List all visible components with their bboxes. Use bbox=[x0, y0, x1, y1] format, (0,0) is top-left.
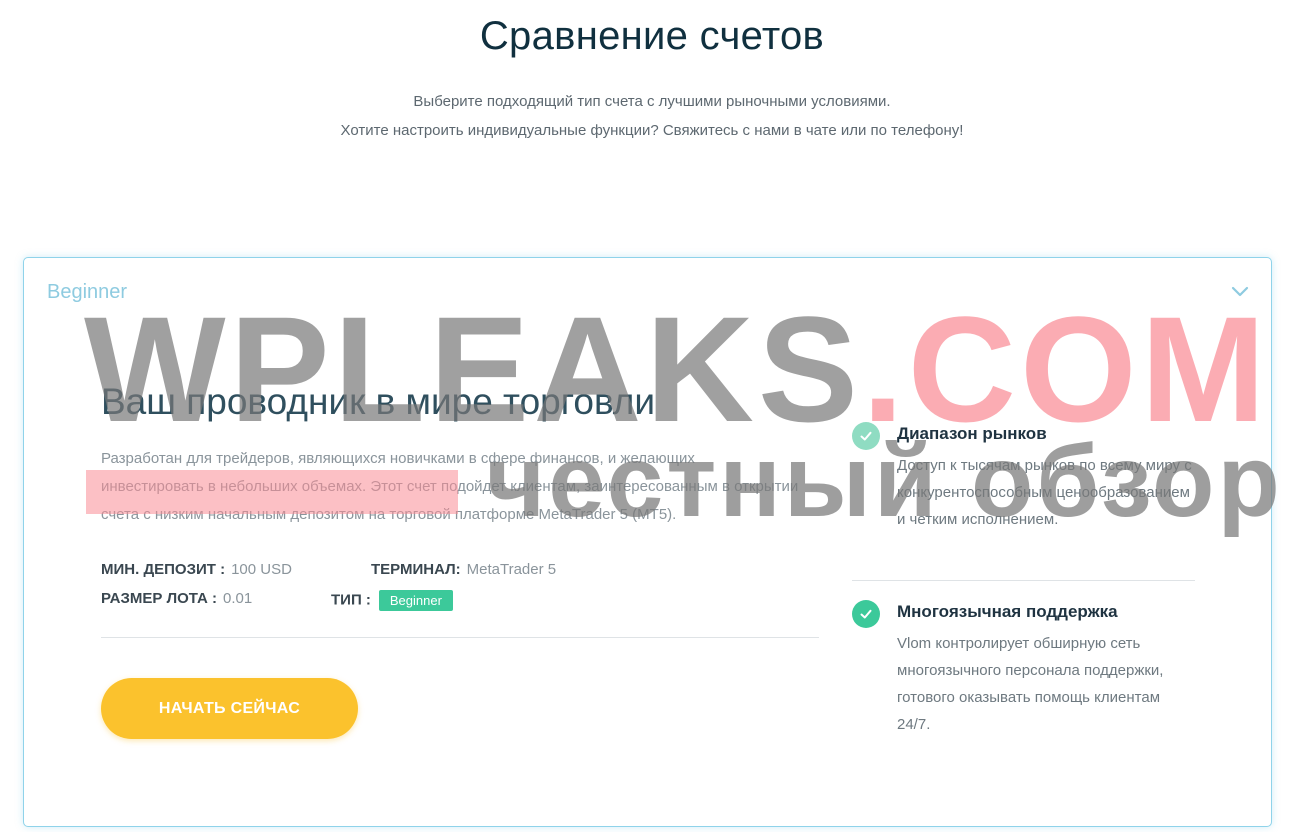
spec-lot-size-value: 0.01 bbox=[223, 590, 253, 607]
check-circle-icon bbox=[852, 422, 880, 450]
spec-lot-size: РАЗМЕР ЛОТА : 0.01 bbox=[101, 590, 252, 607]
spec-terminal-value: MetaTrader 5 bbox=[466, 561, 557, 578]
spec-min-deposit-value: 100 USD bbox=[231, 561, 292, 578]
account-card-beginner: Beginner Ваш проводник в мире торговли Р… bbox=[23, 257, 1272, 827]
feature-text: Vlom контролирует обширную сеть многоязы… bbox=[897, 635, 1164, 733]
account-type-badge: Beginner bbox=[378, 590, 453, 611]
feature-title: Диапазон рынков bbox=[897, 424, 1047, 443]
start-now-button[interactable]: НАЧАТЬ СЕЙЧАС bbox=[101, 678, 358, 739]
specs-divider bbox=[101, 637, 819, 638]
account-card-header-label[interactable]: Beginner bbox=[47, 281, 127, 304]
spec-type: ТИП : Beginner bbox=[331, 590, 453, 611]
account-heading: Ваш проводник в мире торговли bbox=[101, 381, 656, 422]
spec-min-deposit: МИН. ДЕПОЗИТ : 100 USD bbox=[101, 561, 292, 578]
page-title: Сравнение счетов bbox=[479, 14, 825, 58]
page-subtitle-line-2: Хотите настроить индивидуальные функции?… bbox=[340, 122, 964, 139]
feature-text: Доступ к тысячам рынков по всему миру с … bbox=[897, 457, 1192, 528]
spec-type-label: ТИП : bbox=[331, 591, 371, 609]
account-description: Разработан для трейдеров, являющихся нов… bbox=[101, 450, 799, 523]
spec-terminal: ТЕРМИНАЛ: MetaTrader 5 bbox=[371, 561, 556, 578]
page-subtitle-line-1: Выберите подходящий тип счета с лучшими … bbox=[413, 93, 891, 110]
chevron-down-icon[interactable] bbox=[1229, 280, 1251, 302]
feature-title: Многоязычная поддержка bbox=[897, 602, 1118, 621]
features-divider bbox=[852, 580, 1195, 581]
spec-lot-size-label: РАЗМЕР ЛОТА : bbox=[101, 590, 217, 607]
spec-min-deposit-label: МИН. ДЕПОЗИТ : bbox=[101, 561, 226, 578]
check-circle-icon bbox=[852, 600, 880, 628]
spec-terminal-label: ТЕРМИНАЛ: bbox=[371, 561, 461, 578]
